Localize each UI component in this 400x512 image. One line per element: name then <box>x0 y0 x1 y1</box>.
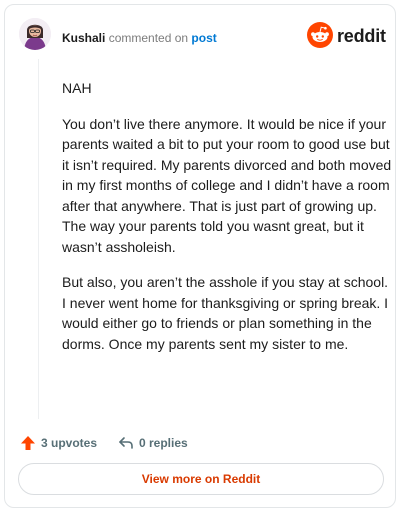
reddit-logo[interactable]: reddit <box>307 22 386 50</box>
reply-count: 0 replies <box>139 436 188 450</box>
upvote-count: 3 upvotes <box>41 436 98 450</box>
comment-body: NAH You don’t live there anymore. It wou… <box>62 78 392 369</box>
thread-line <box>38 59 39 419</box>
avatar-icon <box>19 18 51 50</box>
reply-icon <box>119 437 133 449</box>
byline-verb: commented on <box>108 31 189 45</box>
view-more-button[interactable]: View more on Reddit <box>18 463 384 495</box>
replies-button[interactable]: 0 replies <box>117 433 207 453</box>
comment-paragraph: NAH <box>62 80 92 96</box>
comment-embed-card: Kushali commented on post reddit NAH You… <box>4 4 396 508</box>
user-avatar[interactable] <box>19 18 51 50</box>
comment-header: Kushali commented on post reddit <box>15 16 387 56</box>
username-link[interactable]: Kushali <box>62 31 105 45</box>
arrow-up-icon <box>21 436 35 450</box>
reddit-snoo-icon <box>307 22 333 48</box>
comment-paragraph: But also, you aren’t the asshole if you … <box>62 274 389 352</box>
reddit-wordmark: reddit <box>337 26 386 46</box>
comment-paragraph: You don’t live there anymore. It would b… <box>62 115 392 255</box>
post-link[interactable]: post <box>191 31 216 45</box>
upvote-button[interactable]: 3 upvotes <box>19 433 109 453</box>
comment-byline: Kushali commented on post <box>62 31 217 45</box>
